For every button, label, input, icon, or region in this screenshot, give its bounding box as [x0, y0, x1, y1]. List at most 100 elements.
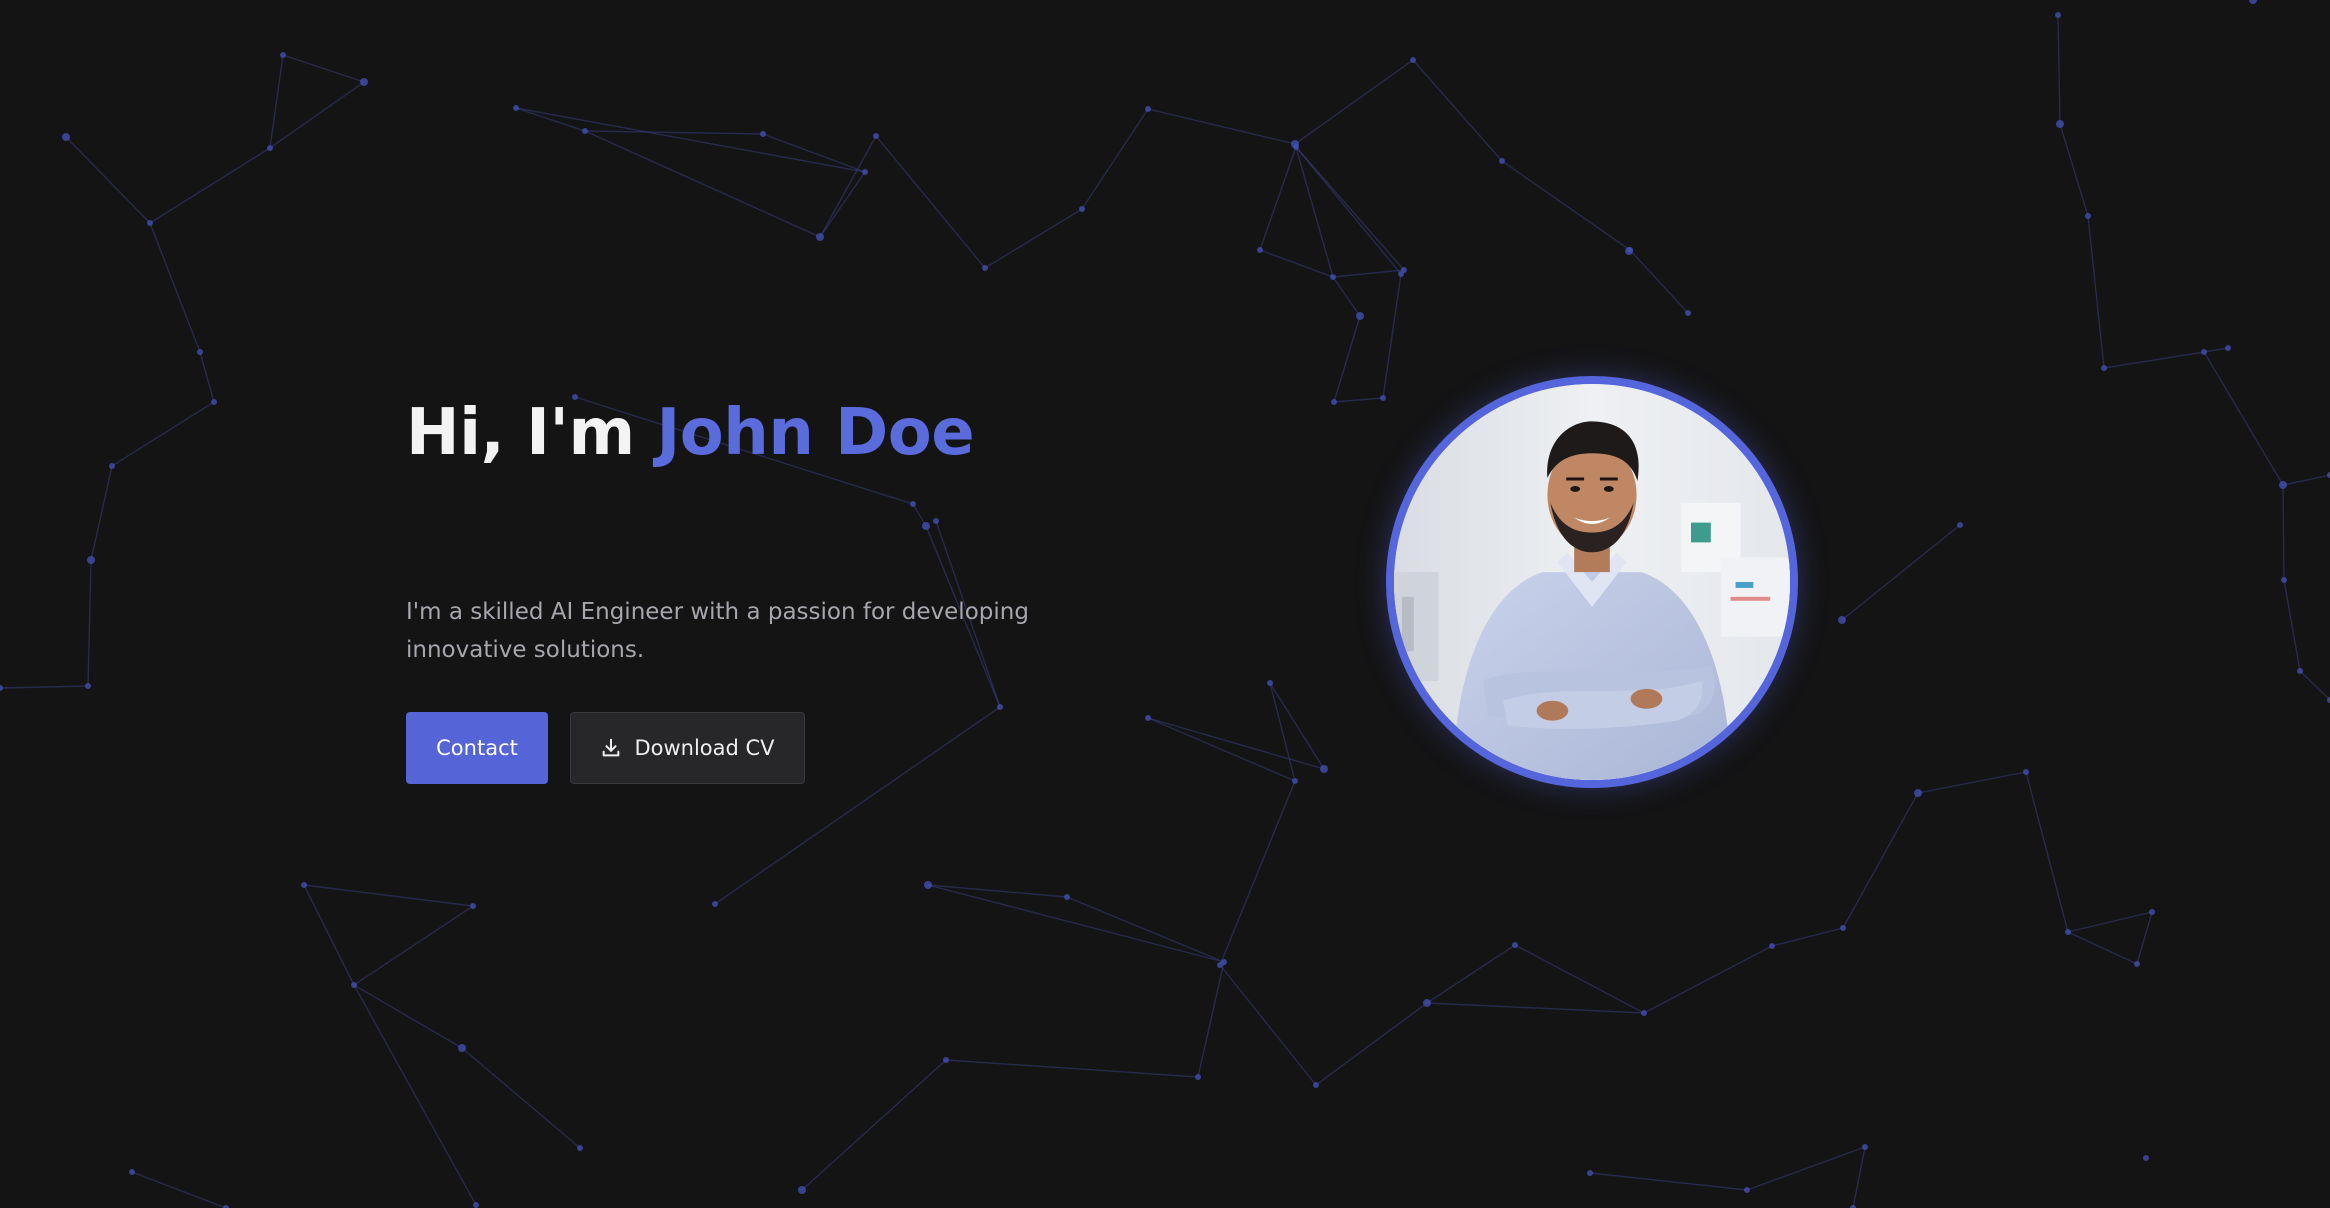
network-line	[1771, 927, 1844, 947]
network-node	[1625, 247, 1633, 255]
contact-button-label: Contact	[436, 736, 518, 760]
network-line	[1501, 160, 1631, 251]
network-line	[1333, 315, 1361, 403]
network-line	[1514, 944, 1645, 1014]
network-line	[1219, 964, 1317, 1086]
network-line	[515, 107, 586, 132]
hero-heading: Hi, I'm John Doe	[406, 388, 1146, 478]
network-line	[1147, 108, 1296, 145]
particle-network-background	[0, 0, 2330, 1208]
network-line	[1219, 780, 1296, 966]
network-node	[760, 131, 766, 137]
network-node	[513, 105, 519, 111]
network-node	[2143, 1155, 2149, 1161]
network-node	[1195, 1074, 1201, 1080]
network-line	[1426, 944, 1516, 1004]
network-node	[1423, 999, 1431, 1007]
network-node	[129, 1169, 135, 1175]
network-line	[65, 136, 151, 224]
network-node	[1380, 395, 1386, 401]
network-line	[2057, 14, 2061, 125]
network-line	[1315, 1002, 1428, 1086]
network-line	[584, 130, 764, 135]
network-line	[2103, 351, 2205, 369]
network-line	[461, 1047, 581, 1149]
network-node	[2149, 909, 2155, 915]
network-node	[2249, 0, 2257, 4]
network-line	[0, 685, 89, 689]
network-node	[1330, 274, 1336, 280]
download-cv-button[interactable]: Download CV	[570, 712, 805, 784]
network-line	[1917, 771, 2027, 794]
network-node	[2056, 120, 2064, 128]
network-node	[109, 463, 115, 469]
network-line	[1294, 59, 1414, 145]
network-line	[1259, 249, 1334, 278]
network-node	[197, 349, 203, 355]
network-line	[1589, 1172, 1748, 1191]
network-node	[211, 399, 217, 405]
network-line	[1295, 146, 1405, 271]
network-node	[924, 881, 932, 889]
contact-button[interactable]: Contact	[406, 712, 548, 784]
network-line	[1842, 792, 1919, 929]
network-node	[1079, 206, 1085, 212]
network-node	[1257, 247, 1263, 253]
network-line	[2025, 771, 2069, 933]
network-line	[1643, 945, 1773, 1014]
network-node	[1145, 106, 1151, 112]
network-line	[1332, 269, 1405, 278]
network-line	[819, 171, 866, 238]
network-node	[910, 501, 916, 507]
network-node	[62, 133, 70, 141]
network-node	[2225, 345, 2231, 351]
network-node	[798, 1186, 806, 1194]
network-node	[85, 683, 91, 689]
network-node	[2065, 929, 2071, 935]
network-line	[1332, 276, 1361, 317]
network-node	[1356, 312, 1364, 320]
network-line	[2299, 670, 2330, 701]
network-line	[2203, 347, 2229, 353]
hero-description: I'm a skilled AI Engineer with a passion…	[406, 599, 1029, 663]
network-line	[1629, 249, 1689, 314]
network-node	[577, 1145, 583, 1151]
network-line	[1197, 961, 1225, 1078]
network-node	[982, 265, 988, 271]
network-node	[1331, 399, 1337, 405]
network-node	[1398, 271, 1404, 277]
network-node	[2101, 365, 2107, 371]
network-line	[2067, 911, 2153, 933]
network-line	[875, 135, 986, 269]
network-node	[0, 685, 3, 691]
network-node	[1267, 680, 1273, 686]
network-line	[269, 81, 365, 149]
network-node	[943, 1057, 949, 1063]
network-node	[2055, 12, 2061, 18]
network-node	[862, 169, 868, 175]
network-node	[2201, 349, 2207, 355]
network-line	[584, 130, 821, 238]
network-line	[1746, 1146, 1866, 1191]
network-line	[1081, 108, 1149, 210]
network-line	[1382, 273, 1402, 399]
network-line	[1852, 1146, 1866, 1208]
network-line	[131, 1171, 227, 1208]
network-line	[199, 351, 215, 403]
network-line	[87, 559, 92, 687]
network-node	[997, 704, 1003, 710]
network-node	[360, 78, 368, 86]
network-line	[1259, 146, 1297, 251]
network-line	[2282, 474, 2330, 486]
network-node	[1064, 894, 1070, 900]
network-line	[945, 1059, 1199, 1078]
hero-content: Hi, I'm John Doe I'm a skilled AI Engine…	[406, 388, 1146, 784]
network-line	[1412, 59, 1503, 162]
network-line	[353, 905, 474, 986]
network-node	[873, 133, 879, 139]
network-line	[1295, 146, 1402, 275]
network-line	[2282, 484, 2285, 581]
hero-greeting: Hi, I'm	[406, 396, 657, 470]
network-node	[1587, 1170, 1593, 1176]
profile-photo	[1394, 384, 1790, 780]
